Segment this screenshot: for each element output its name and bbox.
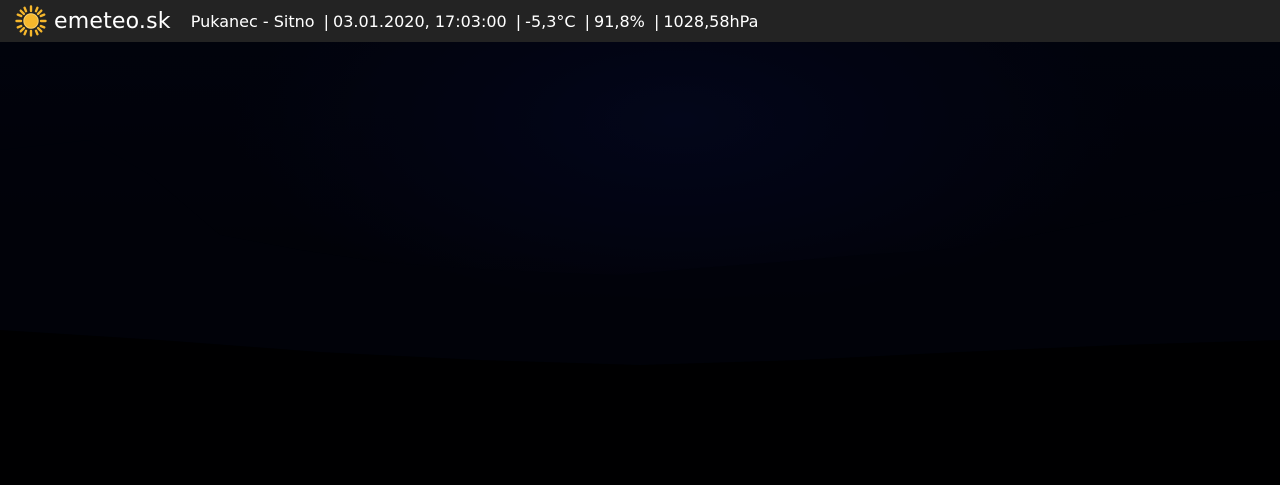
separator: | xyxy=(515,11,522,31)
info-bar: emeteo.sk Pukanec - Sitno | 03.01.2020, 1… xyxy=(0,0,1280,42)
night-landscape xyxy=(0,140,1280,485)
separator: | xyxy=(323,11,330,31)
weather-info: Pukanec - Sitno | 03.01.2020, 17:03:00 | -… xyxy=(191,12,759,31)
observation-datetime: 03.01.2020, 17:03:00 xyxy=(333,11,507,31)
brand-name[interactable]: emeteo.sk xyxy=(54,9,171,34)
sun-icon xyxy=(15,5,47,37)
station-name: Pukanec - Sitno xyxy=(190,11,315,31)
separator: | xyxy=(584,11,591,31)
temperature-value: -5,3°C xyxy=(525,11,576,31)
pressure-value: 1028,58hPa xyxy=(663,11,759,31)
webcam-image xyxy=(0,0,1280,485)
webcam-page: emeteo.sk Pukanec - Sitno | 03.01.2020, 1… xyxy=(0,0,1280,485)
humidity-value: 91,8% xyxy=(594,11,645,31)
separator: | xyxy=(653,11,660,31)
